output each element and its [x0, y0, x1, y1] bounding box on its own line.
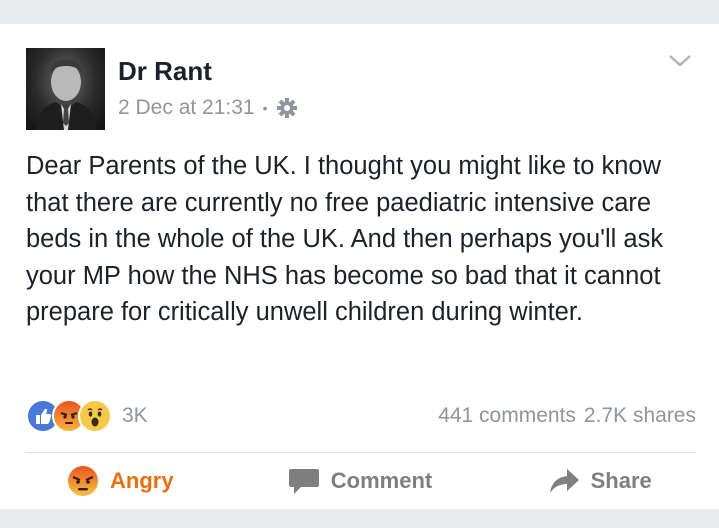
comment-button[interactable]: Comment: [240, 465, 480, 497]
post-stats: 3K 441 comments 2.7K shares: [26, 398, 696, 434]
angry-label: Angry: [110, 468, 174, 493]
shares-count[interactable]: 2.7K shares: [584, 404, 696, 428]
profile-photo[interactable]: [26, 48, 105, 130]
reaction-count: 3K: [122, 404, 148, 427]
action-bar: Angry Comment Share: [0, 453, 719, 509]
wow-reaction-icon: [78, 399, 112, 433]
share-label: Share: [590, 468, 652, 493]
author-name[interactable]: Dr Rant: [118, 56, 212, 87]
engagement-counts: 441 comments 2.7K shares: [438, 404, 696, 428]
share-arrow-icon: [547, 465, 581, 497]
angry-face-icon: [66, 465, 100, 497]
comment-label: Comment: [330, 468, 433, 493]
post-card: Dr Rant 2 Dec at 21:31 • Dear Parents of…: [0, 24, 719, 509]
post-timestamp[interactable]: 2 Dec at 21:31: [118, 96, 255, 120]
post-text: Dear Parents of the UK. I thought you mi…: [26, 152, 664, 326]
angry-button[interactable]: Angry: [0, 465, 240, 497]
reactions-summary[interactable]: 3K: [26, 399, 148, 433]
comment-bubble-icon: [287, 465, 321, 497]
share-button[interactable]: Share: [479, 465, 719, 497]
gear-icon: [276, 97, 298, 119]
meta-separator: •: [262, 100, 268, 116]
post-meta: 2 Dec at 21:31 •: [118, 96, 298, 120]
comments-count[interactable]: 441 comments: [438, 404, 576, 428]
chevron-down-icon[interactable]: [668, 50, 692, 70]
